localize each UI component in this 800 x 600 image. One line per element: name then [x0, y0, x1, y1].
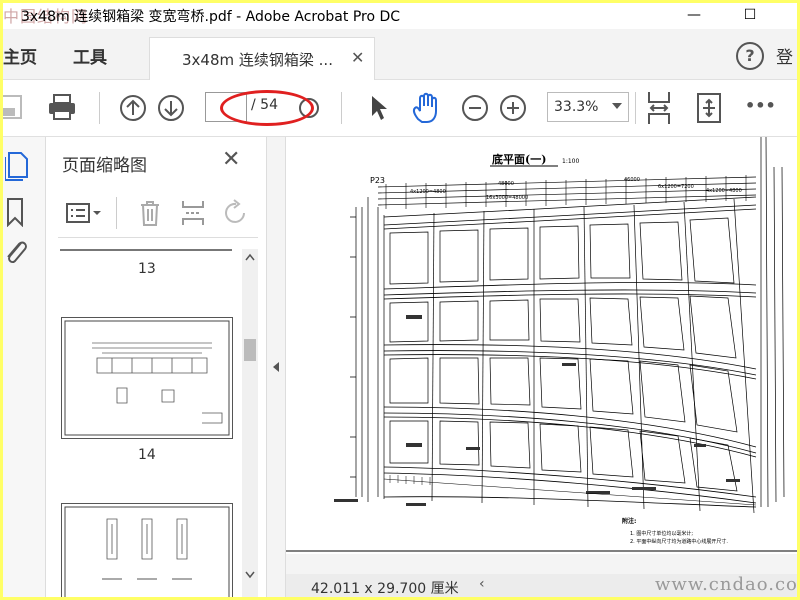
toolbar-separator: [635, 92, 636, 124]
chevron-down-icon: [612, 103, 622, 109]
select-arrow-icon[interactable]: [367, 94, 389, 122]
previous-page-icon[interactable]: [119, 94, 147, 122]
minimize-button[interactable]: —: [671, 3, 717, 27]
toolbar-separator: [99, 92, 100, 124]
close-panel-icon[interactable]: ✕: [222, 147, 240, 172]
thumbnail-scrollbar[interactable]: [242, 249, 258, 597]
thumbnail-page-14[interactable]: [61, 317, 233, 439]
left-navigation-rail: [3, 137, 46, 597]
delete-page-icon[interactable]: [138, 199, 162, 227]
zoom-in-icon[interactable]: [499, 94, 527, 122]
scrollbar-thumb[interactable]: [244, 339, 256, 361]
print-icon[interactable]: [47, 93, 77, 121]
notes-title: 附注:: [622, 517, 636, 525]
tab-bar: 主页 工具 3x48m 连续钢箱梁 ... ✕ ? 登: [3, 29, 797, 80]
attachment-icon[interactable]: [3, 237, 29, 267]
zoom-level-value: 33.3%: [554, 99, 599, 115]
tools-separator: [116, 197, 117, 229]
drawing-scale: 1:100: [562, 158, 579, 165]
fit-width-icon[interactable]: [645, 90, 673, 126]
pdf-page: 底平面(一) 1:100 P23 48000 46000 4x1200=4800…: [286, 137, 797, 554]
bookmark-icon[interactable]: [5, 197, 25, 227]
thumbnail-15-drawing: [64, 506, 230, 597]
page-thumbnails-icon[interactable]: [5, 151, 31, 181]
rotate-icon[interactable]: [222, 199, 250, 227]
help-icon[interactable]: ?: [736, 42, 764, 70]
toolbar-separator: [341, 92, 342, 124]
thumbnail-14-drawing: [64, 320, 230, 436]
pier-label: P23: [370, 176, 385, 185]
thumbnail-options-icon[interactable]: [66, 203, 102, 223]
hand-tool-icon[interactable]: [409, 92, 443, 124]
acrobat-window: 中国结构网 3x48m 连续钢箱梁 变宽弯桥.pdf - Adobe Acrob…: [3, 3, 797, 597]
next-page-icon[interactable]: [157, 94, 185, 122]
document-tab-label: 3x48m 连续钢箱梁 ...: [182, 51, 333, 69]
dim-label: 4x1200=4800: [410, 189, 446, 195]
dim-label: 4x1200=4800: [706, 188, 742, 194]
main-toolbar: / 54 33.3% •••: [3, 80, 797, 137]
title-bar: 中国结构网 3x48m 连续钢箱梁 变宽弯桥.pdf - Adobe Acrob…: [3, 3, 797, 27]
dim-label: 6x1200=7200: [658, 184, 694, 190]
close-tab-icon[interactable]: ✕: [351, 48, 364, 67]
page-size-readout: 42.011 x 29.700 厘米: [311, 581, 459, 597]
zoom-level-select[interactable]: 33.3%: [547, 92, 629, 122]
more-tools-icon[interactable]: •••: [745, 96, 776, 115]
drawing-title: 底平面(一): [492, 152, 546, 166]
dim-label: 46000: [624, 177, 640, 183]
full-screen-icon[interactable]: [695, 92, 723, 124]
page-number-14: 14: [138, 447, 156, 463]
note-line: 1. 图中尺寸单位均以毫米计;: [630, 530, 693, 537]
tab-home[interactable]: 主页: [3, 43, 37, 68]
page-number-13: 13: [138, 261, 156, 277]
tab-document[interactable]: 3x48m 连续钢箱梁 ... ✕: [149, 37, 375, 80]
sign-in-button[interactable]: 登: [776, 43, 793, 68]
page-thumbnails-panel: 页面缩略图 ✕ 13 14: [46, 137, 267, 597]
panel-splitter[interactable]: [267, 137, 286, 597]
thumbnail-page-15[interactable]: [61, 503, 233, 597]
note-line: 2. 平面中纵向尺寸均为道路中心线展开尺寸.: [630, 538, 728, 545]
scroll-left-icon[interactable]: ‹: [479, 576, 485, 592]
thumbnail-page-13-edge[interactable]: [60, 249, 232, 251]
engineering-drawing: 底平面(一) 1:100 P23 48000 46000 4x1200=4800…: [286, 137, 797, 552]
insert-pages-icon[interactable]: [180, 199, 206, 227]
tab-tools[interactable]: 工具: [73, 43, 107, 68]
collapse-panel-icon[interactable]: [272, 361, 280, 373]
document-view[interactable]: 底平面(一) 1:100 P23 48000 46000 4x1200=4800…: [286, 137, 797, 597]
panel-title: 页面缩略图: [62, 156, 147, 176]
save-icon[interactable]: [3, 94, 25, 120]
window-title: 3x48m 连续钢箱梁 变宽弯桥.pdf - Adobe Acrobat Pro…: [21, 9, 401, 25]
scroll-up-icon[interactable]: [245, 253, 255, 261]
maximize-button[interactable]: ☐: [727, 3, 773, 27]
thumbnail-tools: [58, 189, 258, 238]
scroll-down-icon[interactable]: [245, 571, 255, 579]
dim-label: 16x3000=48000: [486, 195, 528, 201]
red-annotation-ellipse: [220, 90, 314, 126]
zoom-out-icon[interactable]: [461, 94, 489, 122]
site-watermark: www.cndao.com: [655, 574, 797, 595]
